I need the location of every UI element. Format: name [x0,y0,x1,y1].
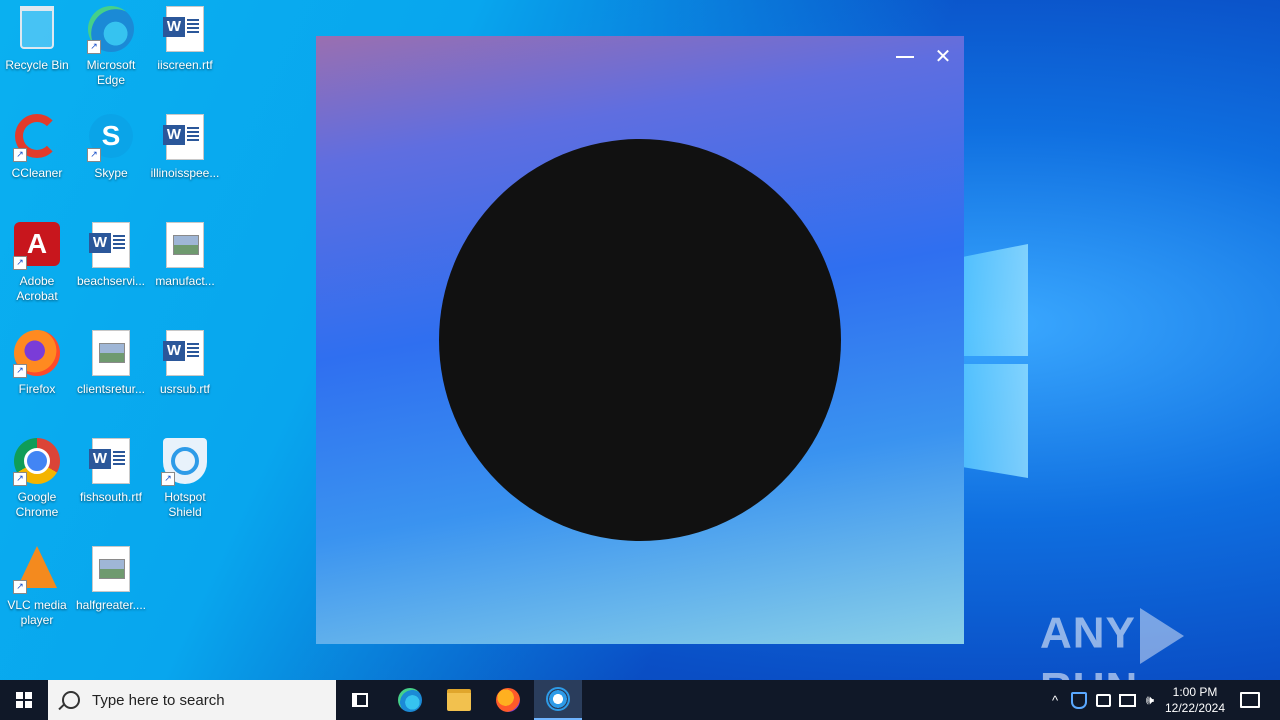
vlc-icon: ↗ [13,546,61,594]
volume-icon: 🕪 [1145,692,1155,707]
desktop-icon-iiscreen[interactable]: W iiscreen.rtf [148,0,222,73]
desktop-icon-label: halfgreater.... [75,598,147,612]
edge-icon [398,688,422,712]
tray-volume[interactable]: 🕪 [1140,680,1160,720]
taskbar-hotspot-shield[interactable] [534,680,582,720]
desktop-icon-label: Google Chrome [15,490,59,519]
desktop-icon-label: Recycle Bin [5,58,69,72]
desktop-icon-label: VLC media player [7,598,67,627]
firefox-icon [496,688,520,712]
taskbar-search-box[interactable]: Type here to search [48,680,336,720]
app-window[interactable]: ✕ [316,36,964,644]
close-button[interactable]: ✕ [926,44,960,70]
taskbar: Type here to search ^ 🕪 1:00 PM 12/22/20… [0,680,1280,720]
desktop-icon-label: CCleaner [11,166,63,180]
desktop-icon-microsoft-edge[interactable]: ↗ Microsoft Edge [74,0,148,88]
desktop-icon-adobe-acrobat[interactable]: A ↗ Adobe Acrobat [0,216,74,304]
desktop-icon-skype[interactable]: S ↗ Skype [74,108,148,181]
clock-time: 1:00 PM [1172,685,1218,699]
desktop-icon-label: Microsoft Edge [86,58,136,87]
clock-date: 12/22/2024 [1164,701,1226,715]
desktop-icon-label: Skype [94,166,128,180]
desktop-icon-label: manufact... [155,274,215,288]
chrome-icon: ↗ [13,438,61,486]
desktop-icon-usrsub[interactable]: W usrsub.rtf [148,324,222,397]
taskbar-file-explorer[interactable] [435,680,483,720]
loading-circle [439,139,841,541]
image-file-icon [161,222,209,270]
taskbar-firefox[interactable] [484,680,532,720]
desktop-icon-google-chrome[interactable]: ↗ Google Chrome [0,432,74,520]
desktop-icon-clientsretur[interactable]: clientsretur... [74,324,148,397]
desktop-icon-beachservi[interactable]: W beachservi... [74,216,148,289]
desktop-icon-recycle-bin[interactable]: Recycle Bin [0,0,74,73]
notification-icon [1240,692,1260,708]
search-icon [62,691,80,709]
hotspot-shield-icon: ↗ [161,438,209,486]
anyrun-watermark: ANYRUN [1040,608,1240,713]
skype-icon: S ↗ [87,114,135,162]
windows-icon [16,692,32,708]
word-document-icon: W [87,438,135,486]
desktop-icon-ccleaner[interactable]: ↗ CCleaner [0,108,74,181]
tray-meet-now[interactable] [1092,680,1114,720]
desktop-icon-manufact[interactable]: manufact... [148,216,222,289]
tray-network[interactable] [1116,680,1138,720]
adobe-acrobat-icon: A ↗ [13,222,61,270]
taskbar-edge[interactable] [386,680,434,720]
taskbar-clock[interactable]: 1:00 PM 12/22/2024 [1160,680,1230,720]
notification-center-button[interactable] [1232,680,1268,720]
desktop-icon-label: illinoisspee... [150,166,220,180]
tray-security[interactable] [1068,680,1090,720]
word-document-icon: W [161,330,209,378]
desktop-icon-label: Firefox [18,382,56,396]
firefox-icon: ↗ [13,330,61,378]
desktop-icon-label: Hotspot Shield [164,490,206,519]
desktop-icon-label: clientsretur... [76,382,146,396]
shield-icon [1071,691,1087,709]
minimize-button[interactable] [888,44,922,70]
watermark-text-left: ANY [1040,608,1136,658]
task-view-icon [352,693,368,707]
folder-icon [447,689,471,711]
task-view-button[interactable] [336,680,384,720]
minimize-icon [896,56,914,58]
close-icon: ✕ [934,46,952,68]
image-file-icon [87,330,135,378]
start-button[interactable] [0,680,48,720]
desktop-icon-vlc[interactable]: ↗ VLC media player [0,540,74,628]
desktop-icon-firefox[interactable]: ↗ Firefox [0,324,74,397]
network-icon [1118,693,1136,707]
word-document-icon: W [87,222,135,270]
desktop-icon-label: fishsouth.rtf [79,490,143,504]
desktop-icon-label: beachservi... [76,274,146,288]
desktop-icon-hotspot-shield[interactable]: ↗ Hotspot Shield [148,432,222,520]
recycle-bin-icon [13,6,61,54]
desktop-icon-label: usrsub.rtf [159,382,210,396]
desktop-icon-fishsouth[interactable]: W fishsouth.rtf [74,432,148,505]
camera-icon [1095,693,1111,707]
desktop-icon-label: Adobe Acrobat [16,274,58,303]
desktop-icon-halfgreater[interactable]: halfgreater.... [74,540,148,613]
play-icon [1139,608,1184,664]
desktop-icon-label: iiscreen.rtf [157,58,213,72]
hotspot-shield-icon [546,687,570,711]
chevron-up-icon: ^ [1051,692,1059,708]
image-file-icon [87,546,135,594]
tray-overflow-button[interactable]: ^ [1044,680,1066,720]
edge-icon: ↗ [87,6,135,54]
windows-logo-wallpaper [960,238,1030,483]
word-document-icon: W [161,114,209,162]
desktop-icon-illinoisspee[interactable]: W illinoisspee... [148,108,222,181]
ccleaner-icon: ↗ [13,114,61,162]
search-placeholder: Type here to search [92,691,225,709]
word-document-icon: W [161,6,209,54]
